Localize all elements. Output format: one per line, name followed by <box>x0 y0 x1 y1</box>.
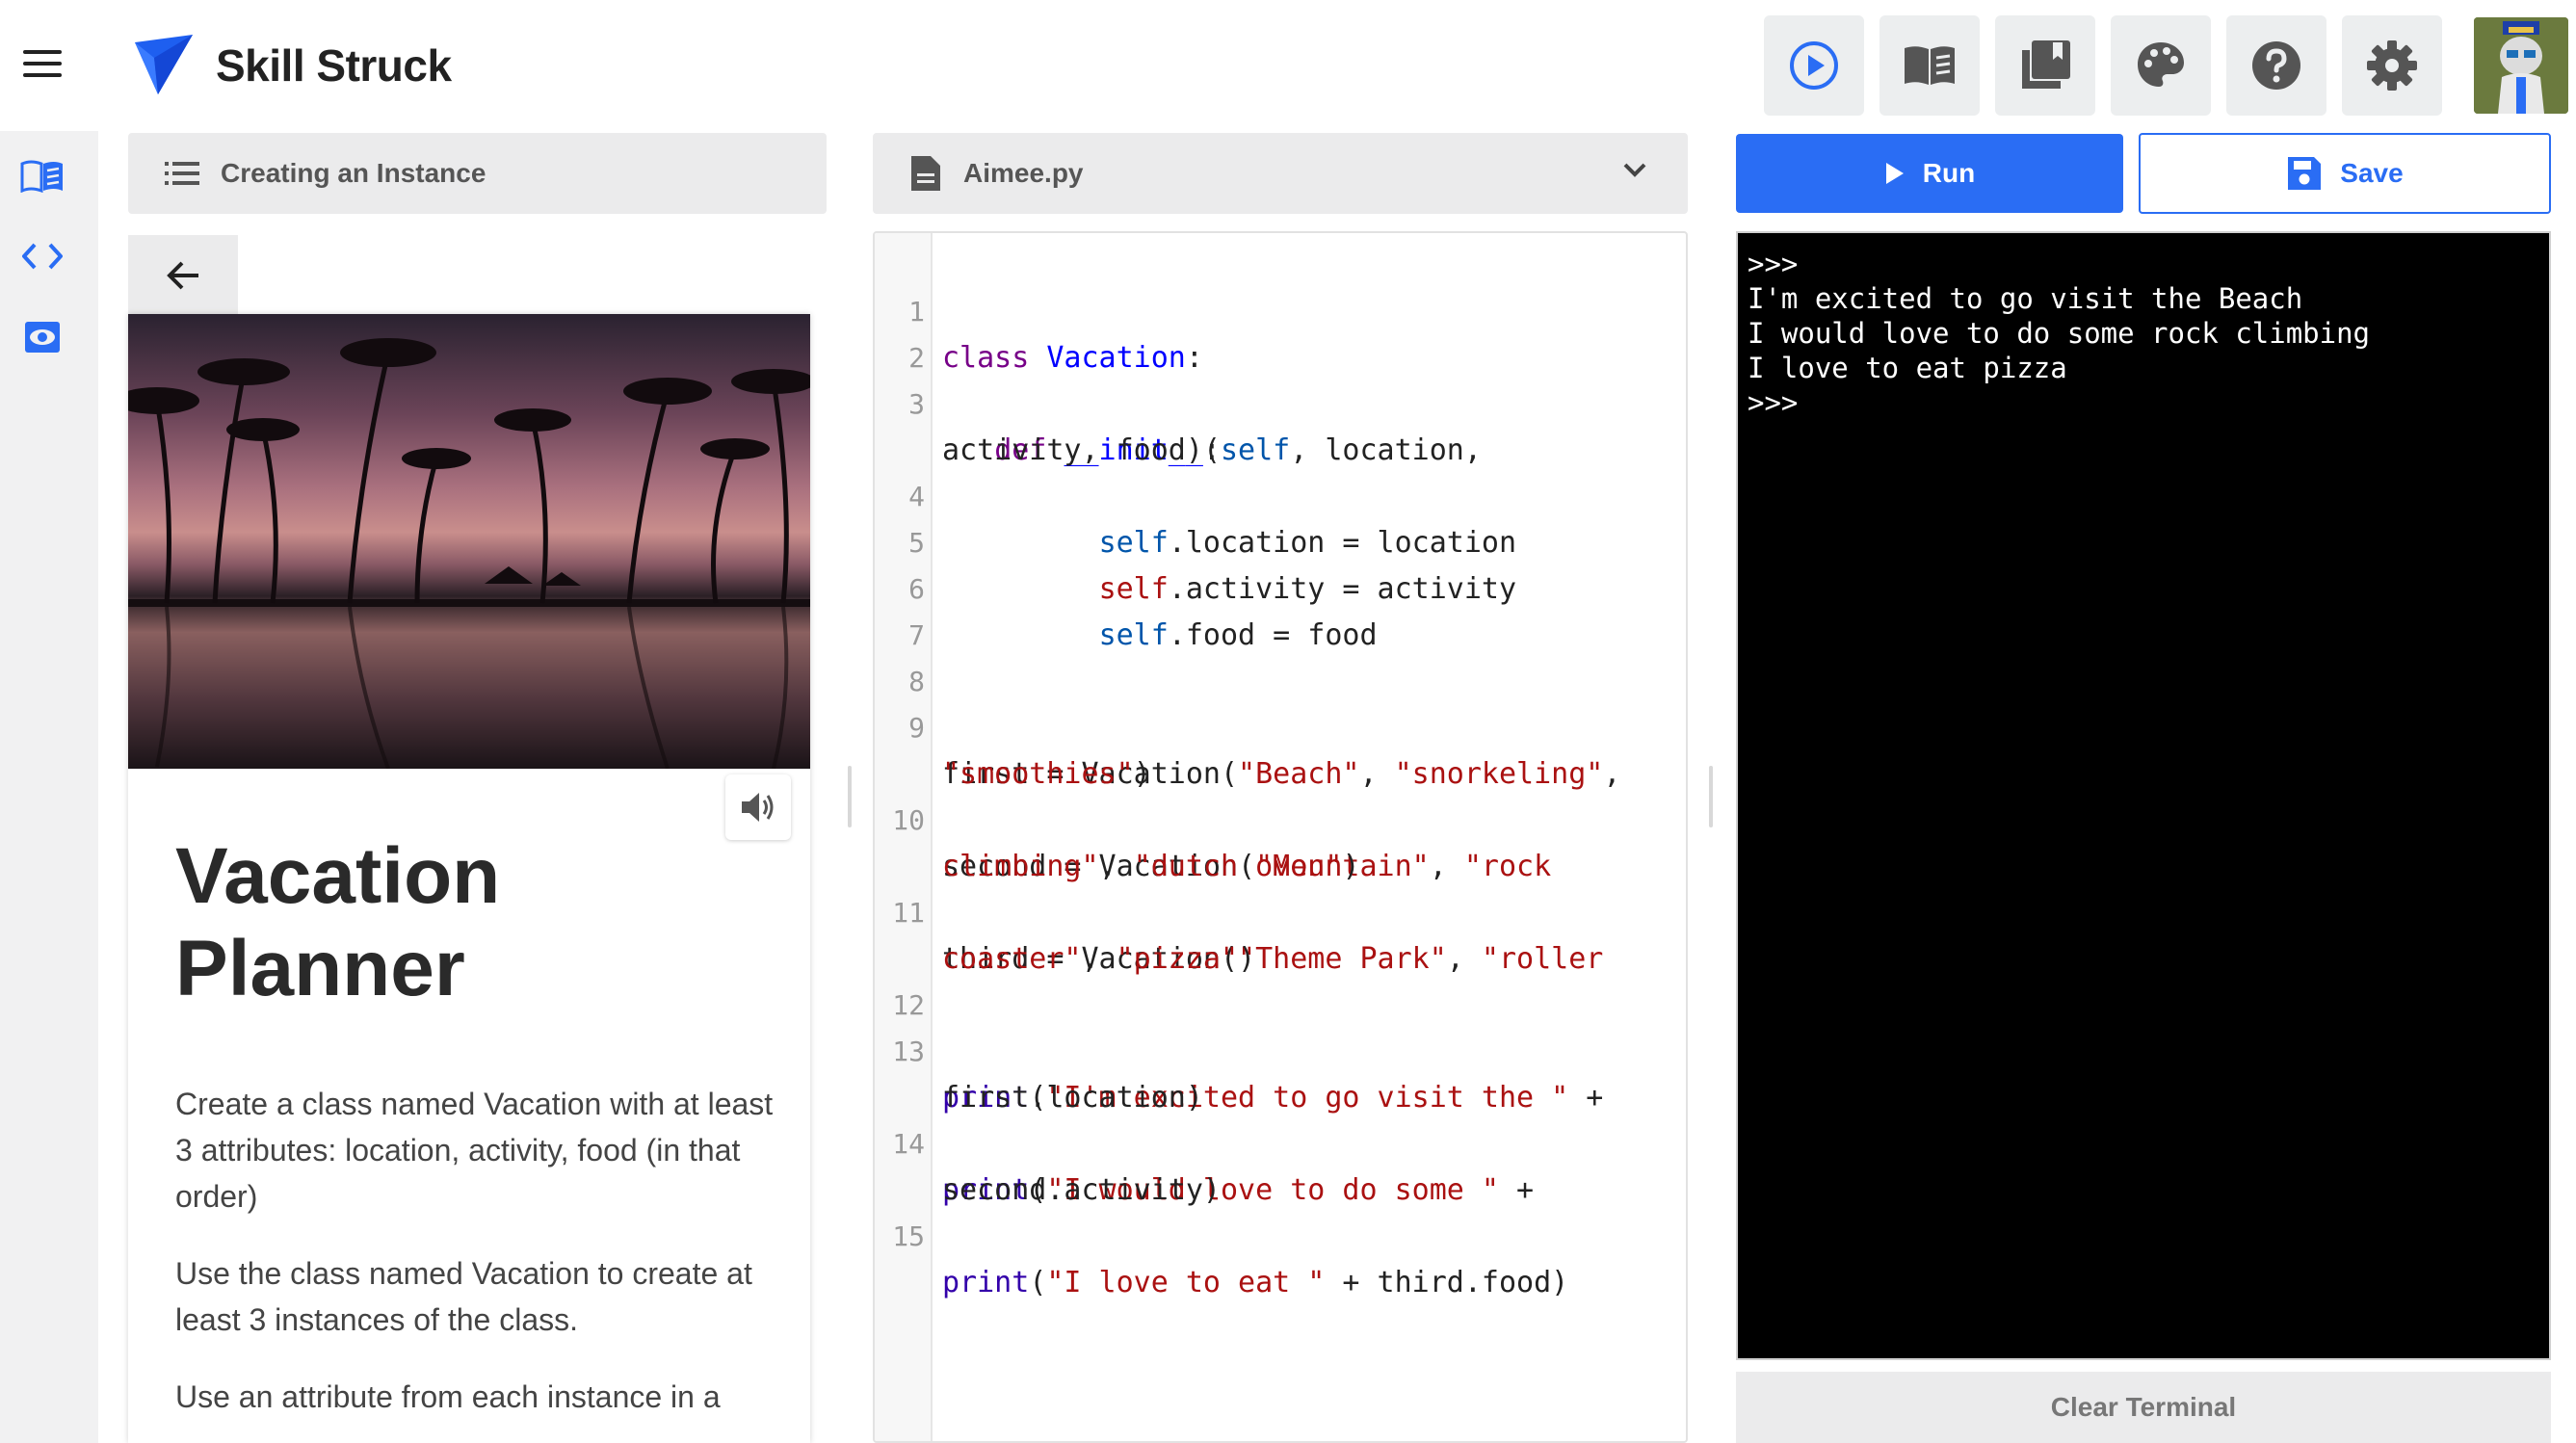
terminal-line: >>> <box>1748 248 1799 280</box>
code-line: "smoothies") <box>942 757 1151 791</box>
back-button[interactable] <box>128 235 238 316</box>
file-name: Aimee.py <box>963 158 1084 188</box>
lesson-book-button[interactable] <box>1879 15 1980 116</box>
panel-resize-handle[interactable] <box>1709 766 1713 827</box>
help-button[interactable] <box>2226 15 2326 116</box>
instruction-paragraph: Use an attribute from each instance in a <box>175 1379 721 1414</box>
skill-struck-logo-icon <box>135 35 193 94</box>
lesson-selector[interactable]: Creating an Instance <box>128 133 827 214</box>
lesson-hero-image <box>128 314 810 770</box>
chevron-down-icon <box>1623 163 1646 177</box>
lesson-title: Vacation Planner <box>175 832 501 1012</box>
theme-button[interactable] <box>2111 15 2211 116</box>
lesson-instructions: Create a class named Vacation with at le… <box>175 1081 782 1443</box>
code-line: 9 first = Vacation("Beach", "snorkeling"… <box>875 659 1686 791</box>
code-line: 10 second = Vacation("Mountain", "rock <box>875 751 1686 883</box>
panel-resize-handle[interactable] <box>848 766 852 827</box>
code-line: 7 <box>875 566 1686 651</box>
code-line: climbing", "dutch oven") <box>942 850 1360 883</box>
help-icon <box>2252 41 2300 90</box>
run-button-label: Run <box>1922 158 1976 188</box>
code-line: 1 class Vacation: <box>875 243 1686 375</box>
book-icon <box>1905 46 1955 85</box>
instruction-paragraph: Create a class named Vacation with at le… <box>175 1087 774 1214</box>
library-icon <box>2022 40 2070 89</box>
terminal-line: I love to eat pizza <box>1748 352 2067 384</box>
user-avatar[interactable] <box>2474 17 2568 114</box>
code-editor[interactable]: 1 class Vacation: 2 3 def __init__(self,… <box>873 231 1688 1443</box>
code-line: 2 <box>875 289 1686 374</box>
rail-code-button[interactable] <box>19 235 66 277</box>
settings-button[interactable] <box>2342 15 2442 116</box>
code-line: second.activity) <box>942 1173 1221 1207</box>
library-button[interactable] <box>1995 15 2095 116</box>
preview-eye-icon <box>25 322 60 353</box>
terminal-output[interactable]: >>> I'm excited to go visit the Beach I … <box>1736 231 2551 1360</box>
code-line: 4 self.location = location <box>875 428 1686 560</box>
code-line: 15 print("I love to eat " + third.food) <box>875 1168 1686 1299</box>
terminal-line: I'm excited to go visit the Beach <box>1748 282 2303 315</box>
palm-sunset-illustration <box>128 338 810 770</box>
hamburger-menu-icon[interactable] <box>23 50 62 81</box>
code-line: first.location) <box>942 1081 1203 1115</box>
list-icon <box>165 162 199 185</box>
lesson-selector-label: Creating an Instance <box>221 158 486 188</box>
arrow-left-icon <box>167 261 198 290</box>
file-icon <box>911 156 940 191</box>
top-bar: Skill Struck <box>0 0 2576 131</box>
avatar-character-icon <box>2474 17 2568 114</box>
code-line: coaster", "pizza") <box>942 942 1256 976</box>
palette-icon <box>2138 42 2184 87</box>
terminal-line: I would love to do some rock climbing <box>1748 317 2371 350</box>
code-line: 13 print("I'm excited to go visit the " … <box>875 983 1686 1115</box>
code-line: 5 self.activity = activity <box>875 474 1686 606</box>
speaker-icon <box>742 793 774 822</box>
clear-terminal-button[interactable]: Clear Terminal <box>1736 1372 2551 1443</box>
code-line: 8 <box>875 613 1686 697</box>
file-selector[interactable]: Aimee.py <box>873 133 1688 214</box>
code-line: activity, food): <box>942 433 1221 467</box>
play-icon <box>1790 41 1838 90</box>
save-button-label: Save <box>2340 158 2404 188</box>
rail-lesson-button[interactable] <box>19 154 66 197</box>
lesson-book-icon <box>20 160 63 193</box>
save-floppy-icon <box>2288 157 2322 190</box>
code-line: 14 print("I would love to do some " + <box>875 1075 1686 1207</box>
instruction-paragraph: Use the class named Vacation to create a… <box>175 1256 752 1337</box>
code-line: 6 self.food = food <box>875 520 1686 652</box>
code-icon <box>22 243 63 270</box>
line-number: 15 <box>892 1220 925 1252</box>
settings-icon <box>2367 40 2417 91</box>
code-line: 12 <box>875 936 1686 1021</box>
rail-preview-button[interactable] <box>19 316 66 358</box>
play-triangle-icon <box>1885 163 1904 184</box>
brand-name: Skill Struck <box>216 40 452 91</box>
run-preview-button[interactable] <box>1764 15 1864 116</box>
code-line: 11 third = Vacation("Theme Park", "rolle… <box>875 844 1686 976</box>
left-rail <box>0 131 98 1443</box>
run-button[interactable]: Run <box>1736 134 2123 213</box>
code-line: 3 def __init__(self, location, <box>875 335 1686 467</box>
terminal-line: >>> <box>1748 386 1799 419</box>
save-button[interactable]: Save <box>2139 133 2551 214</box>
lesson-card: Vacation Planner Create a class named Va… <box>128 314 810 1443</box>
